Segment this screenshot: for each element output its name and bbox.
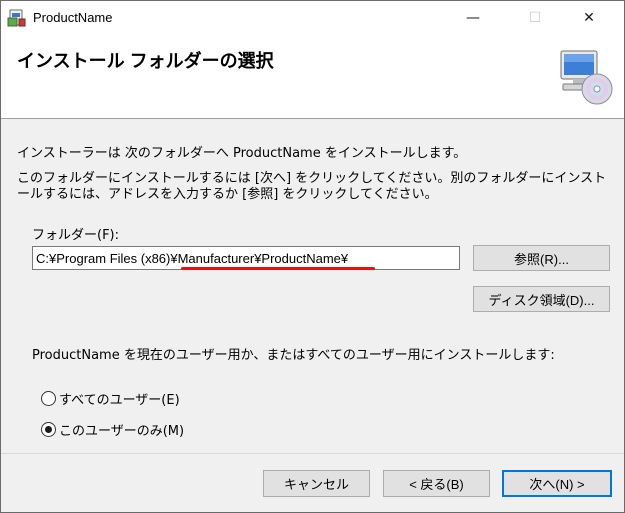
- cancel-button[interactable]: キャンセル: [263, 470, 370, 497]
- next-button[interactable]: 次へ(N) >: [502, 470, 612, 497]
- minimize-button[interactable]: —: [450, 1, 496, 35]
- installer-app-icon: [7, 9, 26, 27]
- install-scope-question: ProductName を現在のユーザー用か、またはすべてのユーザー用にインスト…: [32, 348, 555, 363]
- installer-window: ProductName — ☐ ✕ インストール フォルダーの選択 インストーラ…: [0, 0, 625, 513]
- highlight-underline: [181, 267, 375, 270]
- page-title: インストール フォルダーの選択: [17, 51, 274, 71]
- radio-just-me-circle[interactable]: [41, 422, 56, 437]
- disk-cost-button[interactable]: ディスク領域(D)...: [473, 286, 610, 312]
- radio-just-me-label: このユーザーのみ(M): [59, 424, 185, 439]
- radio-everyone-circle[interactable]: [41, 391, 56, 406]
- computer-cd-icon: [560, 50, 613, 105]
- footer-divider: [1, 453, 624, 454]
- radio-everyone[interactable]: すべてのユーザー(E): [41, 389, 180, 408]
- close-button[interactable]: ✕: [566, 1, 612, 35]
- maximize-button[interactable]: ☐: [512, 1, 558, 35]
- back-button[interactable]: < 戻る(B): [383, 470, 490, 497]
- wizard-header: インストール フォルダーの選択: [1, 35, 624, 119]
- browse-button[interactable]: 参照(R)...: [473, 245, 610, 271]
- folder-label: フォルダー(F):: [32, 228, 120, 243]
- instruction-text: このフォルダーにインストールするには [次へ] をクリックしてください。別のフォ…: [17, 171, 607, 202]
- radio-everyone-label: すべてのユーザー(E): [59, 393, 180, 408]
- install-target-text: インストーラーは 次のフォルダーへ ProductName をインストールします…: [17, 146, 467, 161]
- radio-just-me[interactable]: このユーザーのみ(M): [41, 420, 184, 439]
- title-bar[interactable]: ProductName — ☐ ✕: [1, 1, 624, 35]
- window-title: ProductName: [33, 10, 113, 25]
